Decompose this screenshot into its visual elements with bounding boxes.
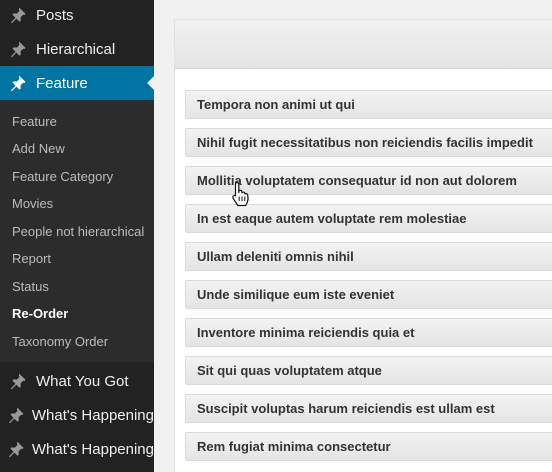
menu-item-feature[interactable]: Feature: [0, 66, 154, 100]
sortable-item[interactable]: Unde similique eum iste eveniet: [185, 280, 552, 309]
panel-header: [175, 20, 552, 69]
submenu-item-movies[interactable]: Movies: [12, 196, 53, 211]
menu-label: Hierarchical: [36, 40, 116, 58]
submenu-item-re-order[interactable]: Re-Order: [12, 306, 68, 321]
current-menu-caret: [147, 76, 154, 90]
menu-item-hierarchical[interactable]: Hierarchical: [0, 32, 154, 66]
menu-label: Posts: [36, 6, 74, 24]
menu-item-posts[interactable]: Posts: [0, 0, 154, 32]
sortable-item[interactable]: Inventore minima reiciendis quia et: [185, 318, 552, 347]
hand-pointer-icon: [232, 181, 249, 207]
sortable-item[interactable]: Ullam deleniti omnis nihil: [185, 242, 552, 271]
sortable-item[interactable]: Sit qui quas voluptatem atque: [185, 356, 552, 385]
submenu-item-status[interactable]: Status: [12, 279, 49, 294]
menu-item-whats-happening-1[interactable]: What's Happening: [0, 398, 154, 432]
pushpin-icon: [0, 40, 36, 58]
submenu-item-people-not-hierarchical[interactable]: People not hierarchical: [12, 224, 144, 239]
pushpin-icon: [0, 440, 32, 458]
pushpin-icon: [0, 74, 36, 92]
submenu-item-add-new[interactable]: Add New: [12, 141, 65, 156]
sortable-item[interactable]: Nihil fugit necessitatibus non reiciendi…: [185, 128, 552, 157]
pushpin-icon: [0, 406, 32, 424]
sortable-item[interactable]: Rem fugiat minima consectetur: [185, 432, 552, 461]
submenu-item-feature[interactable]: Feature: [12, 114, 57, 129]
sortable-item[interactable]: Tempora non animi ut qui: [185, 90, 552, 119]
menu-label: Feature: [36, 74, 88, 92]
submenu-item-taxonomy-order[interactable]: Taxonomy Order: [12, 334, 108, 349]
admin-sidebar: Posts Hierarchical Feature Feature Add N…: [0, 0, 154, 472]
menu-label: What You Got: [36, 372, 129, 390]
pushpin-icon: [0, 6, 36, 24]
menu-item-what-you-got[interactable]: What You Got: [0, 364, 154, 398]
submenu-item-feature-category[interactable]: Feature Category: [12, 169, 113, 184]
pushpin-icon: [0, 372, 36, 390]
sortable-item[interactable]: Suscipit voluptas harum reiciendis est u…: [185, 394, 552, 423]
menu-item-whats-happening-2[interactable]: What's Happening: [0, 432, 154, 466]
menu-label: What's Happening: [31, 440, 154, 458]
sortable-item[interactable]: In est eaque autem voluptate rem molesti…: [185, 204, 552, 233]
feature-submenu: Feature Add New Feature Category Movies …: [0, 100, 154, 362]
submenu-item-report[interactable]: Report: [12, 251, 51, 266]
menu-label: What's Happening: [31, 406, 154, 424]
